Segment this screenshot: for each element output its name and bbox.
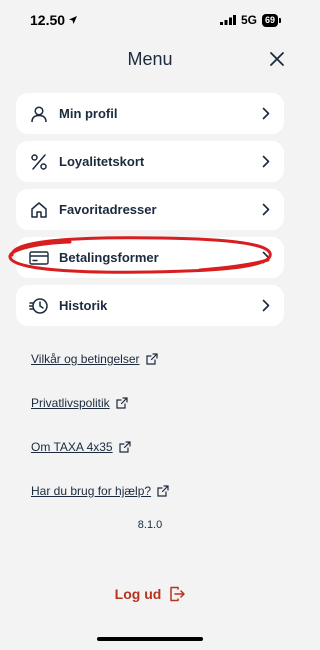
user-icon [29,104,49,124]
link-label: Har du brug for hjælp? [31,484,152,498]
menu-item-historik[interactable]: Historik [16,285,284,326]
signal-icon [219,15,236,25]
network-label: 5G [240,13,257,27]
credit-card-icon [29,248,49,268]
menu-item-loyalitetskort[interactable]: Loyalitetskort [16,141,284,182]
menu-item-min-profil[interactable]: Min profil [16,93,284,134]
menu-item-betalingsformer[interactable]: Betalingsformer [16,237,284,278]
external-link-icon [157,485,169,497]
battery-icon: 69 [261,13,282,27]
menu-item-label: Loyalitetskort [59,154,145,169]
links-section: Vilkår og betingelser Privatlivspolitik … [31,350,169,526]
chevron-right-icon [260,251,272,265]
link-terms[interactable]: Vilkår og betingelser [31,350,169,368]
page-title: Menu [127,48,173,69]
logout-label: Log ud [114,586,162,602]
menu-item-label: Betalingsformer [59,250,159,265]
logout-button[interactable]: Log ud [0,586,300,602]
menu-item-label: Min profil [59,106,118,121]
status-bar: 12.50 5G 69 [0,0,300,40]
menu-list: Min profil Loyalitetskort Favoritadresse… [16,93,284,333]
menu-item-label: Favoritadresser [59,202,157,217]
chevron-right-icon [260,155,272,169]
close-button[interactable] [266,48,288,70]
link-help[interactable]: Har du brug for hjælp? [31,482,169,500]
home-indicator [97,637,203,641]
logout-icon [170,586,186,602]
status-time: 12.50 [30,12,78,28]
location-arrow-icon [69,16,78,24]
home-icon [29,200,49,220]
percent-icon [29,152,49,172]
link-about[interactable]: Om TAXA 4x35 [31,438,169,456]
link-label: Vilkår og betingelser [31,352,140,366]
app-version: 8.1.0 [137,519,163,531]
link-privacy[interactable]: Privatlivspolitik [31,394,169,412]
external-link-icon [118,441,131,453]
link-label: Privatlivspolitik [31,396,110,410]
chevron-right-icon [260,299,272,313]
status-indicators: 5G 69 [219,13,282,27]
header: Menu [0,40,300,78]
close-icon [270,52,284,66]
history-icon [29,296,49,316]
menu-item-favoritadresser[interactable]: Favoritadresser [16,189,284,230]
external-link-icon [145,353,158,365]
link-label: Om TAXA 4x35 [31,440,113,454]
chevron-right-icon [260,203,272,217]
menu-item-label: Historik [59,298,108,313]
chevron-right-icon [260,107,272,121]
external-link-icon [116,397,128,409]
clock-label: 12.50 [30,12,66,28]
